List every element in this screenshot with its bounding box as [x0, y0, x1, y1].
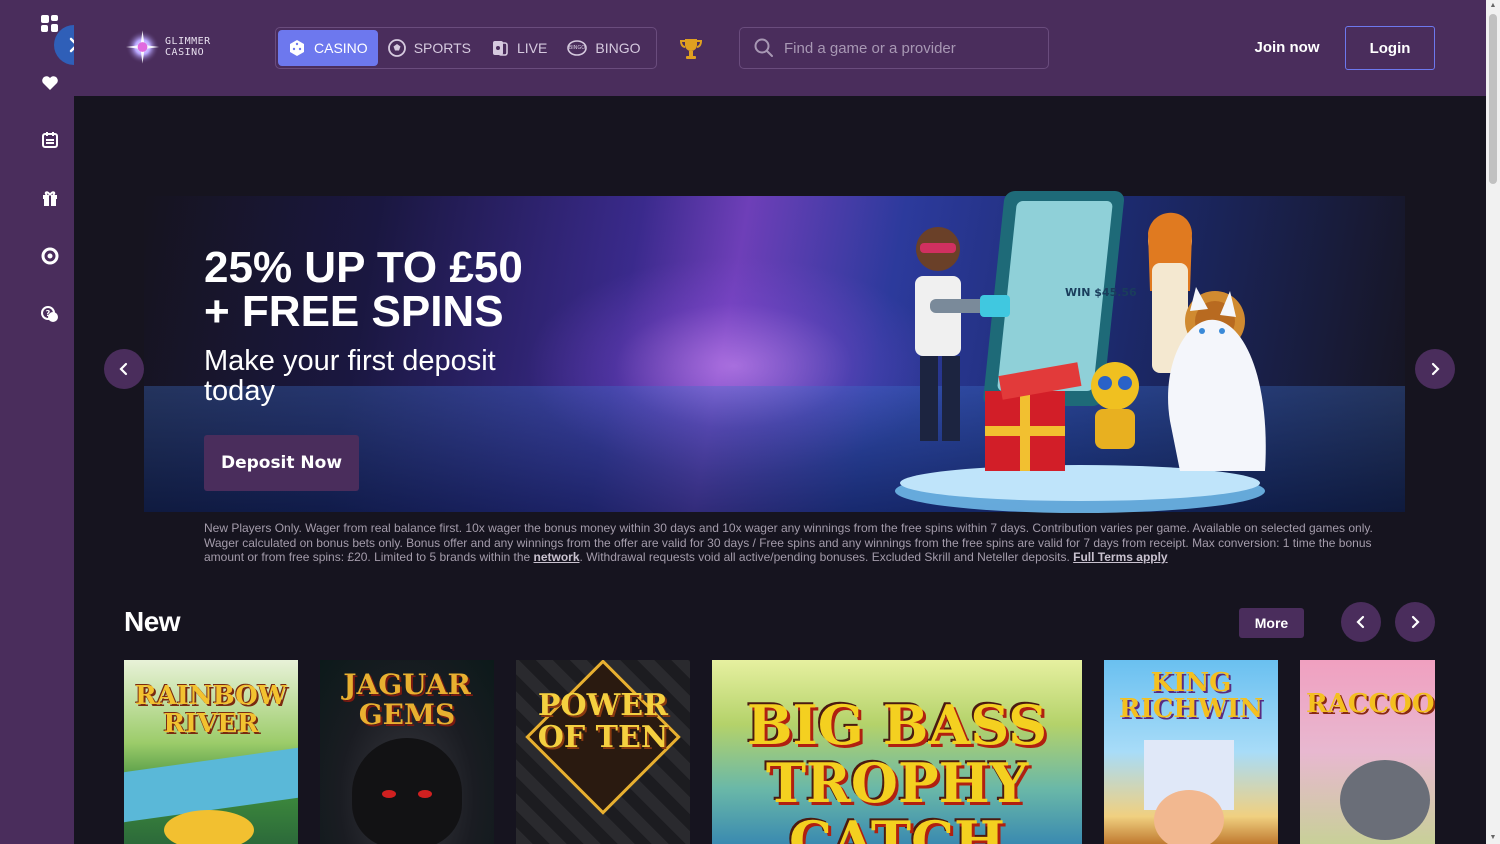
- top-header: GLIMMER CASINO CASINO SPORTS LIVE BINGO …: [74, 0, 1486, 96]
- banner-next-button[interactable]: [1415, 349, 1455, 389]
- tile-coins-shape: [164, 810, 254, 844]
- heart-icon[interactable]: [38, 71, 62, 95]
- soccer-ball-icon: [387, 39, 406, 57]
- scroll-up-arrow-icon[interactable]: ▲: [1489, 2, 1497, 10]
- tile-eye-shape: [418, 790, 432, 798]
- search-input[interactable]: [784, 39, 1034, 57]
- tab-sports-label: SPORTS: [413, 40, 471, 56]
- page-scrollbar[interactable]: ▲ ▼: [1486, 0, 1500, 844]
- game-title: JAGUAR GEMS: [343, 668, 471, 731]
- bingo-ball-icon: BINGO: [567, 40, 588, 56]
- promo-subtitle: Make your first deposit today: [204, 345, 496, 407]
- tile-king-shape: [1154, 790, 1224, 844]
- tile-panther-shape: [352, 738, 462, 844]
- games-prev-button[interactable]: [1341, 602, 1381, 642]
- slot-win-text: WIN $45.56: [1065, 286, 1137, 299]
- chevron-left-icon: [1356, 615, 1365, 629]
- tab-casino[interactable]: CASINO: [278, 30, 378, 66]
- chevron-right-icon: [1431, 362, 1440, 376]
- tab-live-label: LIVE: [517, 40, 548, 56]
- tab-casino-label: CASINO: [314, 40, 368, 56]
- tab-bingo[interactable]: BINGO BINGO: [557, 30, 650, 66]
- game-tile[interactable]: RAINBOW RIVER: [124, 660, 298, 844]
- game-tile[interactable]: JAGUAR GEMS: [320, 660, 494, 844]
- search-icon: [754, 38, 773, 57]
- more-button[interactable]: More: [1239, 608, 1304, 638]
- svg-text:?: ?: [46, 309, 51, 318]
- chevron-right-icon: [1411, 615, 1420, 629]
- lifebuoy-icon[interactable]: [38, 244, 62, 268]
- join-now-link[interactable]: Join now: [1246, 36, 1328, 60]
- gift-icon[interactable]: [38, 186, 62, 210]
- dice-icon: [290, 40, 304, 56]
- tab-sports[interactable]: SPORTS: [378, 30, 481, 66]
- search-box[interactable]: [739, 27, 1049, 69]
- cards-icon: [493, 41, 508, 56]
- promo-title: 25% UP TO £50 + FREE SPINS: [204, 246, 564, 334]
- chat-support-icon[interactable]: ?: [38, 302, 62, 326]
- game-tile[interactable]: RACCOON RICHES: [1300, 660, 1435, 844]
- logo-text: GLIMMER CASINO: [165, 36, 211, 58]
- game-tile[interactable]: KING RICHWIN: [1104, 660, 1278, 844]
- terms-network-link[interactable]: network: [534, 550, 580, 564]
- promo-terms: New Players Only. Wager from real balanc…: [204, 521, 1380, 565]
- main-nav: CASINO SPORTS LIVE BINGO BINGO: [275, 27, 657, 69]
- terms-text-mid: . Withdrawal requests void all active/pe…: [579, 550, 1070, 564]
- banner-prev-button[interactable]: [104, 349, 144, 389]
- tile-raccoon-shape: [1340, 760, 1430, 840]
- game-title: RACCOON RICHES: [1306, 689, 1435, 719]
- banner-artwork: WIN $45.56: [890, 191, 1290, 513]
- chevron-left-icon: [119, 362, 128, 376]
- sidebar: ?: [0, 0, 94, 844]
- logo-star-icon: [125, 30, 160, 64]
- scroll-thumb[interactable]: [1489, 14, 1497, 184]
- full-terms-link[interactable]: Full Terms apply: [1073, 550, 1167, 564]
- tab-bingo-label: BINGO: [595, 40, 641, 56]
- tab-live[interactable]: LIVE: [481, 30, 557, 66]
- games-next-button[interactable]: [1395, 602, 1435, 642]
- game-title: BIG BASS TROPHY CATCH: [746, 693, 1048, 844]
- game-tile[interactable]: POWER OF TEN: [516, 660, 690, 844]
- deposit-now-button[interactable]: Deposit Now: [204, 435, 359, 491]
- scroll-down-arrow-icon[interactable]: ▼: [1489, 834, 1497, 842]
- site-logo[interactable]: GLIMMER CASINO: [124, 26, 254, 68]
- game-title: RAINBOW RIVER: [134, 681, 287, 739]
- promo-title-line2: + FREE SPINS: [204, 287, 504, 336]
- trophy-icon[interactable]: [678, 36, 704, 62]
- game-title: POWER OF TEN: [537, 688, 669, 755]
- login-button[interactable]: Login: [1345, 26, 1435, 70]
- game-tile[interactable]: BIG BASS TROPHY CATCH: [712, 660, 1082, 844]
- game-title: KING RICHWIN: [1118, 668, 1264, 724]
- calendar-icon[interactable]: [38, 128, 62, 152]
- new-section-title: New: [124, 606, 181, 637]
- promo-title-line1: 25% UP TO £50: [204, 243, 523, 292]
- svg-text:BINGO: BINGO: [569, 45, 586, 51]
- tile-eye-shape: [382, 790, 396, 798]
